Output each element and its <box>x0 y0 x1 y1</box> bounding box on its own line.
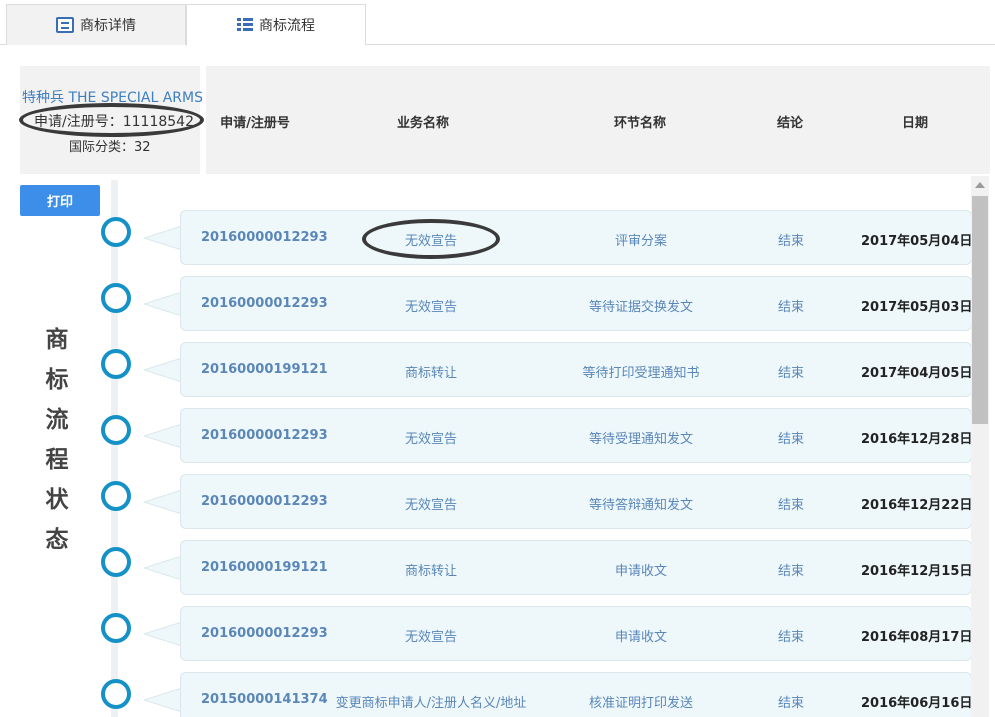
timeline-row[interactable]: 20160000012293 无效宣告 等待答辩通知发文 结束 2016年12月22日 <box>180 474 972 529</box>
business-name[interactable]: 无效宣告 <box>405 626 457 645</box>
timeline-node-icon <box>101 481 131 511</box>
result: 结束 <box>777 630 805 645</box>
app-number[interactable]: 20160000012293 <box>201 626 328 641</box>
step-name: 评审分案 <box>614 234 668 249</box>
step-name: 核准证明打印发送 <box>588 696 694 711</box>
row-pointer <box>142 555 183 581</box>
row-pointer <box>142 687 183 713</box>
business-name[interactable]: 变更商标申请人/注册人名义/地址 <box>336 692 527 711</box>
row-pointer <box>142 489 183 515</box>
app-number[interactable]: 20160000199121 <box>201 560 328 575</box>
timeline-node-icon <box>101 415 131 445</box>
row-pointer <box>142 423 183 449</box>
app-number[interactable]: 20160000012293 <box>201 296 328 311</box>
highlight-ellipse-business <box>362 219 500 259</box>
column-header-panel <box>206 66 990 174</box>
tab-trademark-details[interactable]: 商标详情 <box>6 4 186 45</box>
date: 2017年05月03日 <box>861 300 973 315</box>
row-pointer <box>142 225 183 251</box>
step-name: 申请收文 <box>614 630 668 645</box>
row-pointer <box>142 357 183 383</box>
business-name[interactable]: 无效宣告 <box>405 428 457 447</box>
list-icon <box>237 18 253 32</box>
business-name[interactable]: 商标转让 <box>405 560 457 579</box>
step-name: 等待答辩通知发文 <box>588 498 694 513</box>
date: 2016年12月28日 <box>861 432 973 447</box>
tab-bar: 商标详情 商标流程 <box>0 0 995 46</box>
step-name: 等待证据交换发文 <box>588 300 694 315</box>
timeline-row[interactable]: 20160000012293 无效宣告 申请收文 结束 2016年08月17日 <box>180 606 972 661</box>
side-title: 商标流程状态 <box>45 327 69 553</box>
tab-label: 商标详情 <box>80 18 136 34</box>
tab-trademark-flow[interactable]: 商标流程 <box>186 4 366 46</box>
print-button[interactable]: 打印 <box>20 185 100 216</box>
timeline-node-icon <box>101 349 131 379</box>
document-icon <box>56 17 74 33</box>
result: 结束 <box>777 234 805 249</box>
app-number[interactable]: 20160000012293 <box>201 494 328 509</box>
timeline-row[interactable]: 20160000012293 无效宣告 评审分案 结束 2017年05月04日 <box>180 210 972 265</box>
app-number[interactable]: 20150000141374 <box>201 692 328 707</box>
date: 2016年12月22日 <box>861 498 973 513</box>
app-number[interactable]: 20160000012293 <box>201 230 328 245</box>
column-header-app-no: 申请/注册号 <box>220 116 290 131</box>
app-number[interactable]: 20160000012293 <box>201 428 328 443</box>
highlight-ellipse-reg-no <box>19 103 204 137</box>
timeline-node-icon <box>101 217 131 247</box>
column-header-step: 环节名称 <box>613 116 667 131</box>
step-name: 等待打印受理通知书 <box>582 366 700 381</box>
column-header-date: 日期 <box>901 116 929 131</box>
timeline-row[interactable]: 20150000141374 变更商标申请人/注册人名义/地址 核准证明打印发送 结束… <box>180 672 972 717</box>
tab-label: 商标流程 <box>259 18 315 34</box>
business-name[interactable]: 无效宣告 <box>405 296 457 315</box>
date: 2016年06月16日 <box>861 696 973 711</box>
timeline-node-icon <box>101 613 131 643</box>
scrollbar-thumb[interactable] <box>972 196 988 424</box>
date: 2016年12月15日 <box>861 564 973 579</box>
timeline-node-icon <box>101 679 131 709</box>
timeline-node-icon <box>101 547 131 577</box>
business-name[interactable]: 无效宣告 <box>405 494 457 513</box>
result: 结束 <box>777 696 805 711</box>
scroll-up-arrow-icon[interactable] <box>975 182 985 188</box>
international-class: 国际分类：32 <box>69 140 151 155</box>
timeline-node-icon <box>101 283 131 313</box>
row-pointer <box>142 291 183 317</box>
timeline-row[interactable]: 20160000012293 无效宣告 等待受理通知发文 结束 2016年12月28日 <box>180 408 972 463</box>
date: 2017年05月04日 <box>861 234 973 249</box>
result: 结束 <box>777 432 805 447</box>
step-name: 申请收文 <box>614 564 668 579</box>
date: 2017年04月05日 <box>861 366 973 381</box>
timeline-row[interactable]: 20160000199121 商标转让 等待打印受理通知书 结束 2017年04月05日 <box>180 342 972 397</box>
app-number[interactable]: 20160000199121 <box>201 362 328 377</box>
timeline-row[interactable]: 20160000199121 商标转让 申请收文 结束 2016年12月15日 <box>180 540 972 595</box>
column-header-business: 业务名称 <box>396 116 450 131</box>
result: 结束 <box>777 366 805 381</box>
step-name: 等待受理通知发文 <box>588 432 694 447</box>
result: 结束 <box>777 564 805 579</box>
date: 2016年08月17日 <box>861 630 973 645</box>
result: 结束 <box>777 300 805 315</box>
row-pointer <box>142 621 183 647</box>
timeline-row[interactable]: 20160000012293 无效宣告 等待证据交换发文 结束 2017年05月03日 <box>180 276 972 331</box>
column-header-result: 结论 <box>776 116 804 131</box>
result: 结束 <box>777 498 805 513</box>
business-name[interactable]: 商标转让 <box>405 362 457 381</box>
